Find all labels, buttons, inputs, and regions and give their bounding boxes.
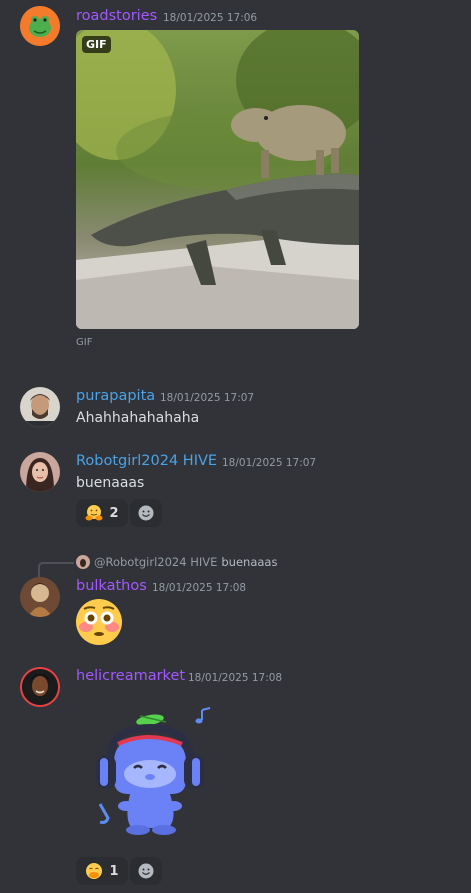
user-photo-avatar-icon — [20, 387, 60, 427]
timestamp: 18/01/2025 17:07 — [160, 392, 255, 404]
flushed-face-emoji-icon — [76, 599, 122, 645]
username[interactable]: bulkathos — [76, 578, 147, 594]
reaction-count: 1 — [109, 863, 119, 879]
frog-avatar-icon — [20, 6, 60, 46]
reply-mention[interactable]: @Robotgirl2024 HIVE — [94, 555, 217, 569]
message-text: buenaaas — [76, 475, 145, 491]
message-text: Ahahhahahahaha — [76, 410, 200, 426]
user-photo-avatar-icon — [22, 669, 58, 705]
timestamp: 18/01/2025 17:07 — [222, 457, 317, 469]
reaction-count: 2 — [109, 505, 119, 521]
username[interactable]: Robotgirl2024 HIVE — [76, 453, 217, 469]
reaction-hugging[interactable]: 2 — [76, 499, 128, 527]
capybara-alligator-gif-image — [76, 30, 359, 329]
avatar-purapapita[interactable] — [20, 387, 60, 427]
avatar-roadstories[interactable] — [20, 6, 60, 46]
gif-badge: GIF — [82, 36, 111, 53]
username[interactable]: roadstories — [76, 8, 157, 24]
gif-media[interactable]: GIF — [76, 30, 359, 329]
face-with-hand-over-mouth-emoji-icon — [86, 863, 103, 879]
reply-spine-icon — [38, 562, 74, 577]
username[interactable]: purapapita — [76, 388, 155, 404]
reply-text: buenaaas — [221, 555, 278, 569]
avatar-helicreamarket[interactable] — [20, 667, 60, 707]
avatar-bulkathos[interactable] — [20, 577, 60, 617]
smiley-add-icon — [138, 505, 154, 521]
hugging-face-emoji-icon — [85, 505, 103, 521]
username[interactable]: helicreamarket — [76, 668, 185, 684]
user-photo-avatar-icon — [20, 452, 60, 492]
timestamp: 18/01/2025 17:06 — [163, 12, 258, 24]
add-reaction-button[interactable] — [130, 499, 162, 527]
avatar-robotgirl2024[interactable] — [20, 452, 60, 492]
media-caption: GIF — [76, 337, 93, 348]
wumpus-headphones-sticker[interactable] — [88, 700, 228, 850]
add-reaction-button[interactable] — [130, 857, 162, 885]
smiley-add-icon — [138, 863, 154, 879]
reply-preview[interactable]: @Robotgirl2024 HIVE buenaaas — [76, 553, 277, 571]
reaction-face-hand-over-mouth[interactable]: 1 — [76, 857, 128, 885]
reply-avatar-icon — [76, 555, 90, 569]
user-photo-avatar-icon — [20, 577, 60, 617]
timestamp: 18/01/2025 17:08 — [152, 582, 247, 594]
timestamp: 18/01/2025 17:08 — [188, 672, 283, 684]
